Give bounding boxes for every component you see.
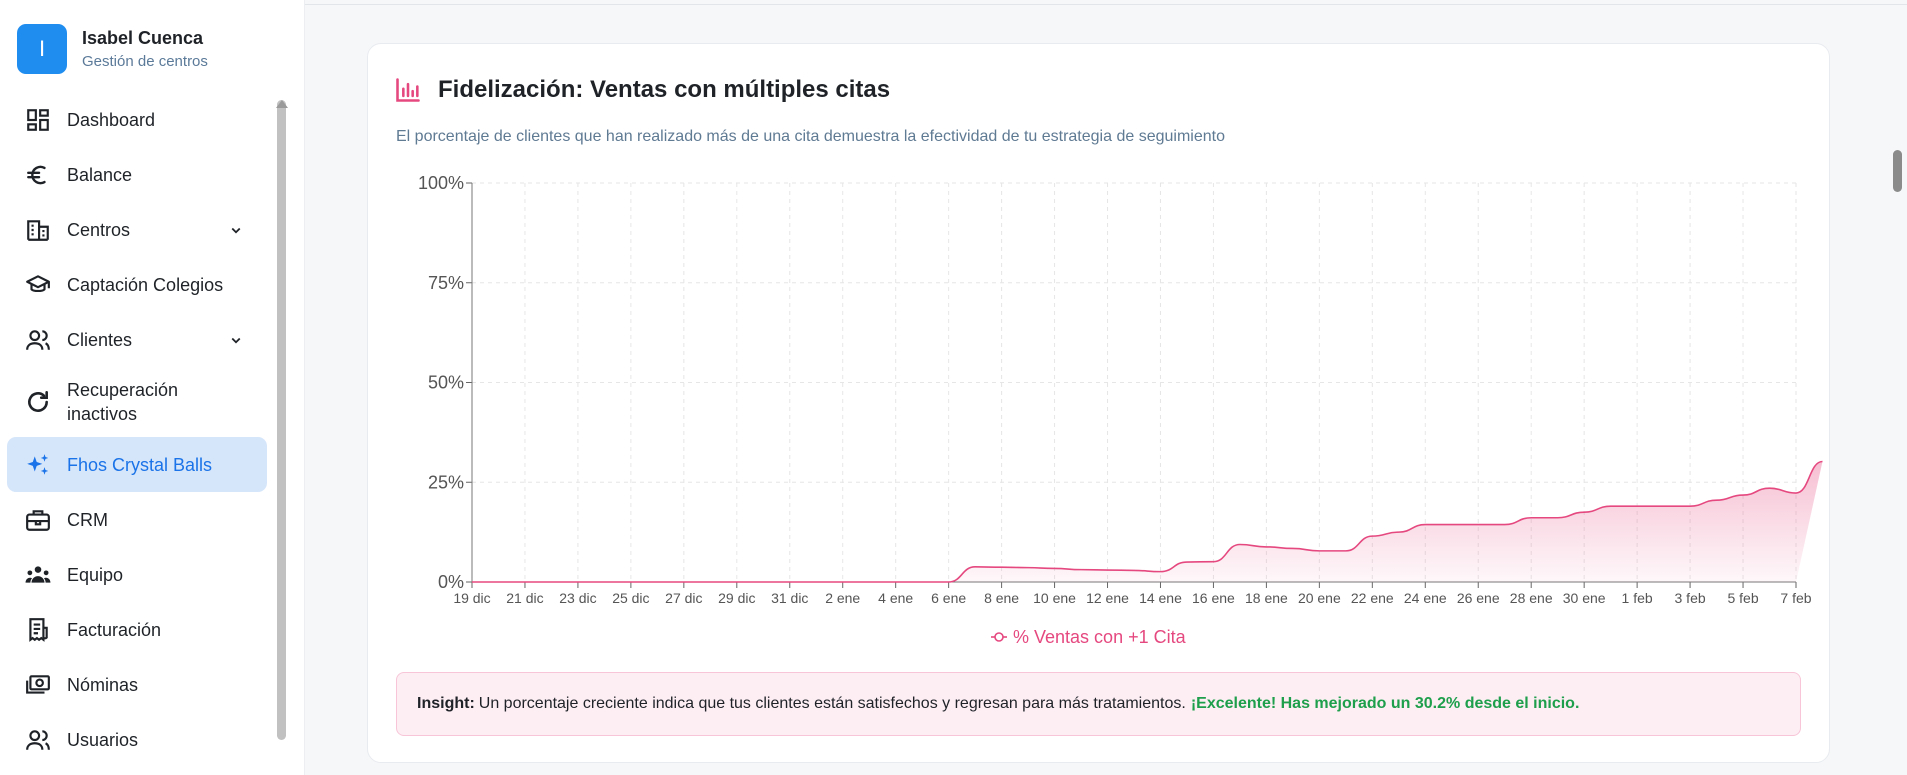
- sidebar-item-captacion-colegios[interactable]: Captación Colegios: [7, 257, 267, 312]
- team-icon: [23, 560, 53, 590]
- insight-label: Insight:: [417, 695, 475, 712]
- refresh-icon: [23, 387, 53, 417]
- x-tick-label: 20 ene: [1298, 590, 1341, 606]
- main-scrollbar[interactable]: [1893, 150, 1902, 192]
- x-tick-label: 1 feb: [1622, 590, 1653, 606]
- x-tick-label: 21 dic: [506, 590, 543, 606]
- x-tick-label: 30 ene: [1563, 590, 1606, 606]
- avatar: I: [17, 24, 67, 74]
- insight-text: Un porcentaje creciente indica que tus c…: [478, 695, 1186, 712]
- y-tick-label: 25%: [428, 472, 464, 492]
- x-tick-label: 23 dic: [559, 590, 596, 606]
- sidebar-item-balance[interactable]: Balance: [7, 147, 267, 202]
- y-tick-label: 50%: [428, 373, 464, 393]
- user-role: Gestión de centros: [82, 53, 208, 70]
- x-tick-label: 16 ene: [1192, 590, 1235, 606]
- payroll-icon: [23, 670, 53, 700]
- y-tick-label: 75%: [428, 273, 464, 293]
- sidebar-item-facturacion[interactable]: Facturación: [7, 602, 267, 657]
- x-tick-label: 2 ene: [825, 590, 860, 606]
- building-icon: [23, 215, 53, 245]
- y-tick-label: 0%: [438, 572, 464, 592]
- dashboard-icon: [23, 105, 53, 135]
- chevron-down-icon[interactable]: [227, 221, 245, 239]
- x-tick-label: 22 ene: [1351, 590, 1394, 606]
- x-tick-label: 6 ene: [931, 590, 966, 606]
- y-tick-label: 100%: [418, 173, 464, 193]
- x-tick-label: 27 dic: [665, 590, 702, 606]
- loyalty-area-chart: 0% 25% 50% 75% 100% 19 dic 21 dic 23 dic 25 dic 2…: [418, 173, 1823, 647]
- insight-highlight: ¡Excelente! Has mejorado un 30.2% desde …: [1190, 695, 1580, 712]
- x-tick-label: 18 ene: [1245, 590, 1288, 606]
- chevron-down-icon[interactable]: [227, 331, 245, 349]
- receipt-icon: [23, 615, 53, 645]
- x-tick-label: 28 ene: [1510, 590, 1553, 606]
- x-tick-label: 4 ene: [878, 590, 913, 606]
- sidebar-item-equipo[interactable]: Equipo: [7, 547, 267, 602]
- sidebar-item-crm[interactable]: CRM: [7, 492, 267, 547]
- x-tick-label: 10 ene: [1033, 590, 1076, 606]
- graduation-cap-icon: [23, 270, 53, 300]
- euro-icon: [23, 160, 53, 190]
- sidebar-item-label: Centros: [67, 219, 131, 240]
- sidebar-nav: Dashboard Balance Centros Captación Cole…: [7, 92, 267, 767]
- sidebar-item-label: Facturación: [67, 619, 162, 640]
- x-tick-label: 12 ene: [1086, 590, 1129, 606]
- sidebar-item-label: Equipo: [67, 564, 124, 585]
- sidebar-item-usuarios[interactable]: Usuarios: [7, 712, 267, 767]
- sidebar-item-label: Usuarios: [67, 729, 139, 750]
- sidebar-item-label: CRM: [67, 509, 108, 530]
- x-tick-label: 5 feb: [1727, 590, 1758, 606]
- x-tick-label: 25 dic: [612, 590, 649, 606]
- x-tick-label: 29 dic: [718, 590, 755, 606]
- series-area: [472, 461, 1823, 582]
- sidebar-scrollbar[interactable]: [277, 100, 286, 740]
- legend-marker: [994, 632, 1004, 642]
- x-tick-label: 26 ene: [1457, 590, 1500, 606]
- x-tick-label: 31 dic: [771, 590, 808, 606]
- sidebar-item-clientes[interactable]: Clientes: [7, 312, 267, 367]
- sidebar-item-label: Nóminas: [67, 674, 139, 695]
- loyalty-card: Fidelización: Ventas con múltiples citas…: [367, 43, 1830, 763]
- x-tick-label: 24 ene: [1404, 590, 1447, 606]
- sidebar-item-centros[interactable]: Centros: [7, 202, 267, 257]
- sidebar-item-nominas[interactable]: Nóminas: [7, 657, 267, 712]
- x-tick-label: 19 dic: [453, 590, 490, 606]
- sidebar: I Isabel Cuenca Gestión de centros Dashb…: [0, 0, 305, 775]
- divider: [305, 4, 1907, 5]
- users-icon: [23, 325, 53, 355]
- sidebar-item-label: Recuperación inactivos: [67, 380, 179, 424]
- sparkles-icon: [23, 450, 53, 480]
- x-tick-label: 7 feb: [1780, 590, 1811, 606]
- insight-box: Insight: Un porcentaje creciente indica …: [396, 672, 1801, 736]
- sidebar-item-label: Fhos Crystal Balls: [67, 454, 213, 475]
- user-group-icon: [23, 725, 53, 755]
- x-tick-label: 14 ene: [1139, 590, 1182, 606]
- x-tick-label: 3 feb: [1675, 590, 1706, 606]
- scroll-up-arrow-icon[interactable]: [276, 100, 288, 108]
- sidebar-item-label: Dashboard: [67, 109, 156, 130]
- sidebar-item-fhos-crystal-balls[interactable]: Fhos Crystal Balls: [7, 437, 267, 492]
- briefcase-icon: [23, 505, 53, 535]
- sidebar-item-label: Captación Colegios: [67, 274, 224, 295]
- sidebar-item-label: Clientes: [67, 329, 133, 350]
- sidebar-item-recuperacion-inactivos[interactable]: Recuperación inactivos: [7, 367, 267, 437]
- x-tick-label: 8 ene: [984, 590, 1019, 606]
- legend-label: % Ventas con +1 Cita: [1013, 627, 1187, 647]
- user-profile[interactable]: I Isabel Cuenca Gestión de centros: [17, 24, 208, 74]
- user-name: Isabel Cuenca: [82, 28, 204, 48]
- sidebar-item-dashboard[interactable]: Dashboard: [7, 92, 267, 147]
- sidebar-item-label: Balance: [67, 164, 133, 185]
